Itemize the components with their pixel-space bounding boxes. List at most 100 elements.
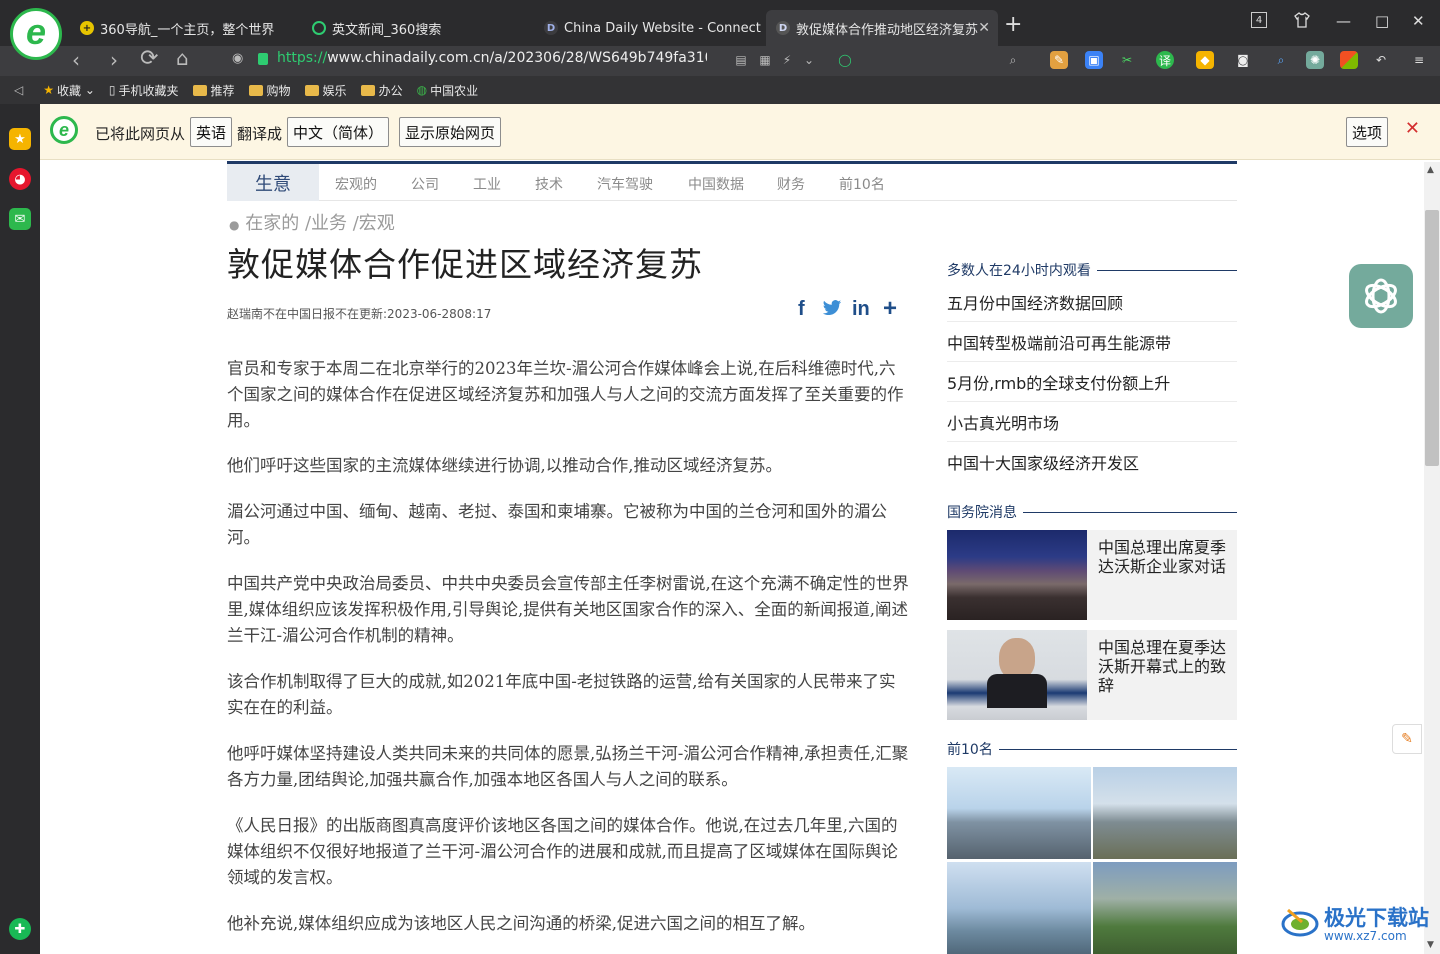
star-icon: ★ [43, 83, 54, 97]
canton-tower-image[interactable] [947, 862, 1091, 954]
twitter-icon[interactable] [822, 300, 842, 322]
minimize-icon[interactable]: — [1336, 12, 1351, 30]
source-language-select[interactable]: 英语 [190, 117, 233, 147]
translate-float-icon[interactable]: ✎ [1392, 724, 1422, 754]
chatgpt-icon[interactable] [1349, 264, 1413, 328]
article-paragraph: 他补充说,媒体组织应成为该地区人民之间沟通的桥梁,促进六国之间的相互了解。 [227, 914, 815, 933]
section-tab-china-data[interactable]: 中国数据 [688, 174, 744, 194]
360-browser-logo[interactable]: e [10, 8, 62, 60]
bookmark-favorites[interactable]: ★ 收藏 ⌄ [43, 82, 95, 99]
article-paragraph: 他呼吁媒体坚持建设人类共同未来的共同体的愿景,弘扬兰干河-湄公河合作精神,承担责… [227, 744, 909, 789]
bookmark-agriculture[interactable]: ◍ 中国农业 [417, 82, 479, 99]
show-original-button[interactable]: 显示原始网页 [399, 117, 502, 147]
city-tower-image[interactable] [1093, 767, 1237, 859]
tab-360-nav[interactable]: + 360导航_一个主页，整个世界 [70, 10, 300, 46]
extension-paint-icon[interactable]: ✎ [1050, 51, 1068, 69]
bookmark-mobile[interactable]: ▯ 手机收藏夹 [109, 82, 179, 99]
add-panel-icon[interactable]: ✚ [9, 918, 31, 940]
bookmark-entertainment[interactable]: 娱乐 [304, 82, 347, 99]
shield-plugin-icon[interactable]: ◆ [1196, 51, 1214, 69]
section-tab-top10[interactable]: 前10名 [839, 174, 885, 194]
linkedin-icon[interactable]: in [852, 298, 870, 321]
section-tab-finance[interactable]: 财务 [777, 174, 805, 194]
china-daily-icon: D [544, 21, 558, 35]
options-button[interactable]: 选项 [1346, 117, 1389, 147]
article-paragraph: 该合作机制取得了巨大的成就,如2021年底中国-老挝铁路的运营,给有关国家的人民… [227, 672, 896, 717]
undo-icon[interactable]: ↶ [1372, 51, 1390, 69]
forum-meeting-image [947, 530, 1087, 620]
weibo-icon[interactable]: ◕ [9, 168, 31, 190]
section-tab-business[interactable]: 生意 [227, 164, 319, 201]
maximize-icon[interactable]: □ [1375, 12, 1389, 30]
close-tab-icon[interactable]: ✕ [978, 20, 990, 36]
search-engine-icon[interactable]: ◯ [836, 51, 854, 69]
apps-grid-icon[interactable] [1340, 51, 1358, 69]
scroll-up-icon[interactable]: ▲ [1427, 165, 1434, 175]
forward-icon[interactable]: › [110, 48, 118, 72]
bookmark-recommend[interactable]: 推荐 [192, 82, 235, 99]
folder-icon [304, 84, 319, 96]
chatgpt-plugin-icon[interactable]: ✺ [1306, 51, 1324, 69]
back-icon[interactable]: ‹ [72, 48, 80, 72]
tab-china-daily[interactable]: D China Daily Website - Connect [534, 10, 764, 46]
section-tab-macro[interactable]: 宏观的 [335, 174, 377, 194]
search-icon[interactable]: ⌕ [1004, 51, 1022, 69]
new-tab-button[interactable]: + [1004, 12, 1022, 37]
bullet-icon: ● [229, 218, 240, 232]
tab-title: 英文新闻_360搜索 [332, 22, 442, 38]
speaker-body [987, 674, 1047, 708]
most-viewed-item[interactable]: 五月份中国经济数据回顾 [947, 282, 1237, 322]
security-shield-icon[interactable]: ◉ [232, 51, 243, 66]
scrollbar-thumb[interactable] [1425, 210, 1439, 466]
translate-prefix: 已将此网页从 [95, 125, 186, 143]
chevron-down-icon[interactable]: ⌄ [800, 51, 818, 69]
bookmark-shopping[interactable]: 购物 [248, 82, 291, 99]
translate-icon[interactable]: 译 [1156, 51, 1174, 69]
most-viewed-item[interactable]: 中国十大国家级经济开发区 [947, 442, 1237, 482]
china-daily-icon: D [776, 21, 790, 35]
state-council-card[interactable]: 中国总理在夏季达沃斯开幕式上的致辞 [947, 630, 1237, 720]
favorites-star-icon[interactable]: ★ [9, 128, 31, 150]
section-tab-industries[interactable]: 工业 [473, 174, 501, 194]
scissors-icon[interactable]: ✂ [1118, 51, 1136, 69]
facebook-icon[interactable]: f [798, 298, 805, 321]
tab-360-search[interactable]: 英文新闻_360搜索 [302, 10, 532, 46]
target-language-select[interactable]: 中文（简体） [287, 117, 390, 147]
reader-mode-icon[interactable]: ▤ [732, 51, 750, 69]
news-headline: 中国总理出席夏季达沃斯企业家对话 [1098, 538, 1227, 576]
translate-bar: e 已将此网页从 英语 翻译成 中文（简体） 显示原始网页 选项 ✕ [40, 104, 1440, 160]
breadcrumb-text[interactable]: 在家的 /业务 /宏观 [245, 213, 395, 234]
most-viewed-item[interactable]: 小古真光明市场 [947, 402, 1237, 442]
news-headline: 中国总理在夏季达沃斯开幕式上的致辞 [1098, 638, 1227, 695]
city-skyline-image[interactable] [947, 767, 1091, 859]
tab-title: 360导航_一个主页，整个世界 [100, 22, 275, 38]
economic-zone-image[interactable] [1093, 862, 1237, 954]
home-icon[interactable]: ⌂ [176, 46, 189, 70]
qr-code-icon[interactable]: ▦ [756, 51, 774, 69]
tab-article[interactable]: D 敦促媒体合作推动地区经济复苏 ✕ [766, 10, 998, 46]
plus-circle-icon: + [80, 21, 94, 35]
bookmark-office[interactable]: 办公 [360, 82, 403, 99]
mail-icon[interactable]: ✉ [9, 208, 31, 230]
url-input[interactable]: https://www.chinadaily.com.cn/a/202306/2… [277, 50, 707, 66]
shirt-skin-icon[interactable] [1294, 12, 1310, 32]
more-share-icon[interactable]: + [883, 295, 897, 323]
lightning-icon[interactable]: ⚡ [778, 51, 796, 69]
close-window-icon[interactable]: ✕ [1412, 12, 1425, 30]
gamepad-icon[interactable]: ◙ [1234, 51, 1252, 69]
sidebar-toggle-icon[interactable]: ◁ [14, 83, 23, 97]
section-tab-technology[interactable]: 技术 [535, 174, 563, 194]
translate-middle: 翻译成 [237, 125, 283, 143]
state-council-card[interactable]: 中国总理出席夏季达沃斯企业家对话 [947, 530, 1237, 620]
close-translate-bar-icon[interactable]: ✕ [1405, 118, 1420, 139]
most-viewed-item[interactable]: 中国转型极端前沿可再生能源带 [947, 322, 1237, 362]
magnifier-plugin-icon[interactable]: ⌕ [1272, 51, 1290, 69]
menu-icon[interactable]: ≡ [1410, 51, 1428, 69]
section-tab-motoring[interactable]: 汽车驾驶 [597, 174, 653, 194]
tab-count-badge[interactable]: 4 [1251, 12, 1267, 28]
url-protocol: https:// [277, 50, 328, 66]
screen-capture-icon[interactable]: ▣ [1085, 51, 1103, 69]
most-viewed-item[interactable]: 5月份,rmb的全球支付份额上升 [947, 362, 1237, 402]
section-tab-companies[interactable]: 公司 [411, 174, 439, 194]
refresh-icon[interactable]: ⟳ [140, 46, 158, 71]
